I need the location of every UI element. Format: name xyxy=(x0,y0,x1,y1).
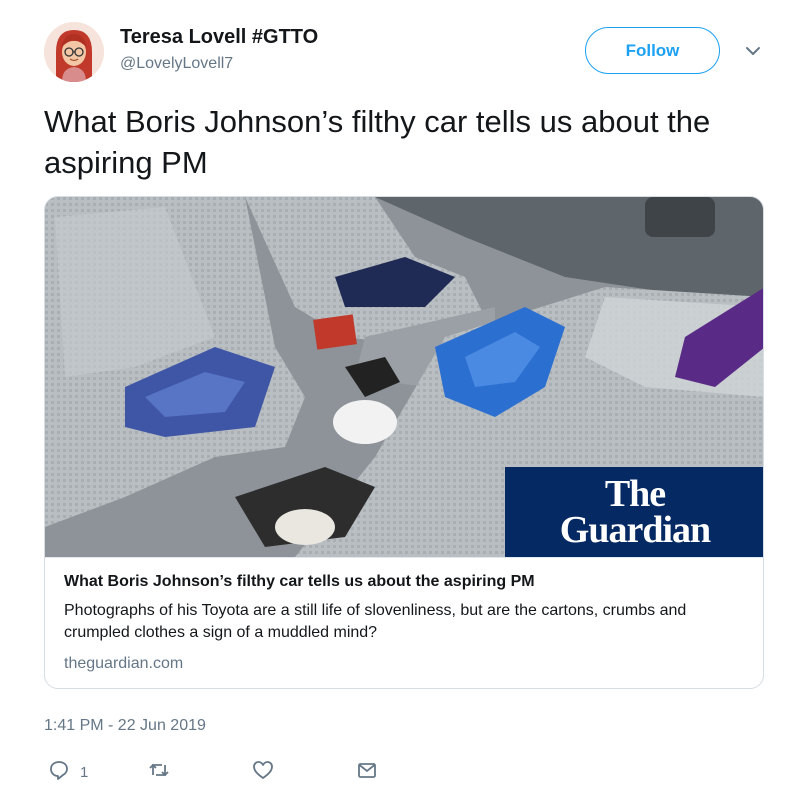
chevron-down-icon[interactable] xyxy=(742,40,764,62)
card-image[interactable]: The Guardian xyxy=(45,197,763,557)
reply-count: 1 xyxy=(80,763,89,781)
follow-button[interactable]: Follow xyxy=(585,27,720,74)
tweet-header: Teresa Lovell #GTTO @LovelyLovell7 Follo… xyxy=(44,22,772,84)
card-description: Photographs of his Toyota are a still li… xyxy=(64,602,687,641)
user-name[interactable]: Teresa Lovell #GTTO xyxy=(120,26,318,49)
guardian-logo: The Guardian xyxy=(505,467,763,557)
link-card[interactable]: The Guardian What Boris Johnson’s filthy… xyxy=(44,196,764,689)
card-title[interactable]: What Boris Johnson’s filthy car tells us… xyxy=(64,573,535,591)
user-handle[interactable]: @LovelyLovell7 xyxy=(120,55,233,73)
card-body[interactable]: What Boris Johnson’s filthy car tells us… xyxy=(45,557,763,688)
card-domain[interactable]: theguardian.com xyxy=(64,655,183,673)
retweet-button[interactable] xyxy=(148,758,170,786)
retweet-icon xyxy=(148,759,170,786)
reply-button[interactable]: 1 xyxy=(48,758,88,786)
reply-icon xyxy=(48,759,70,786)
avatar[interactable] xyxy=(44,22,104,82)
message-icon xyxy=(356,759,378,786)
logo-line-1: The xyxy=(604,473,666,515)
like-icon xyxy=(252,759,274,786)
direct-message-button[interactable] xyxy=(356,758,378,786)
logo-line-2: Guardian xyxy=(559,509,711,551)
action-bar: 1 xyxy=(44,758,444,786)
tweet-text: What Boris Johnson’s filthy car tells us… xyxy=(44,104,711,180)
like-button[interactable] xyxy=(252,758,274,786)
tweet-timestamp[interactable]: 1:41 PM - 22 Jun 2019 xyxy=(44,717,206,735)
